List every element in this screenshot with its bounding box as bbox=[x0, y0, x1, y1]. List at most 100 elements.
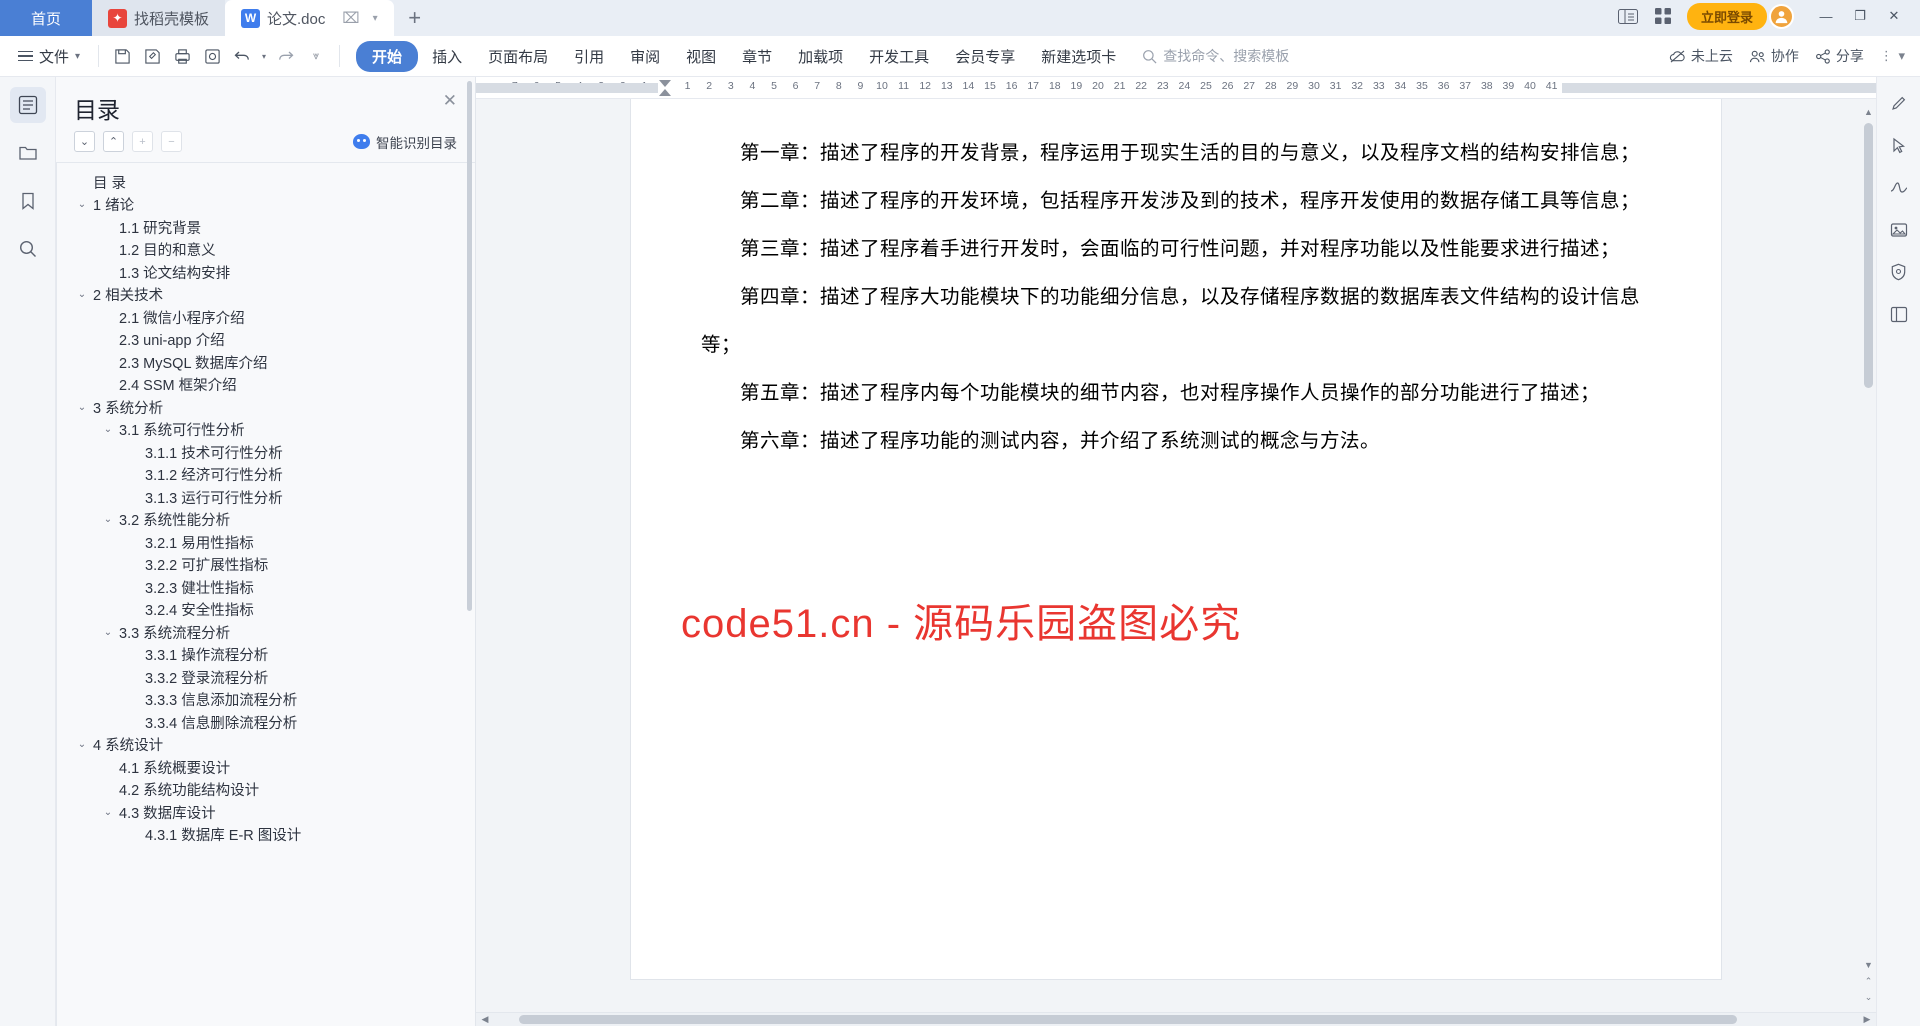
toc-item[interactable]: 3.1.3 运行可行性分析 bbox=[57, 486, 475, 509]
toc-item[interactable]: ⌄ 2 相关技术 bbox=[57, 284, 475, 307]
prev-page-icon[interactable]: ⌃ bbox=[1863, 974, 1874, 988]
toc-item[interactable]: 3.2.2 可扩展性指标 bbox=[57, 554, 475, 577]
toc-item[interactable]: 3.2.1 易用性指标 bbox=[57, 531, 475, 554]
document-paragraph[interactable]: 第二章：描述了程序的开发环境，包括程序开发涉及到的技术，程序开发使用的数据存储工… bbox=[701, 177, 1651, 225]
toc-item[interactable]: 3.3.2 登录流程分析 bbox=[57, 666, 475, 689]
more-vertical-icon[interactable]: ⋮ ▾ bbox=[1880, 48, 1906, 64]
chevron-down-icon[interactable]: ⌄ bbox=[75, 289, 89, 300]
toc-item[interactable]: 1.2 目的和意义 bbox=[57, 239, 475, 262]
toc-item[interactable]: 2.3 uni-app 介绍 bbox=[57, 329, 475, 352]
tab-dev-tools[interactable]: 开发工具 bbox=[857, 41, 941, 72]
toc-item[interactable]: 2.4 SSM 框架介绍 bbox=[57, 374, 475, 397]
chevron-down-icon[interactable]: ⌄ bbox=[101, 424, 115, 435]
chevron-down-icon[interactable]: ⌄ bbox=[101, 807, 115, 818]
toc-item[interactable]: 3.3.1 操作流程分析 bbox=[57, 644, 475, 667]
document-content[interactable]: 第一章：描述了程序的开发背景，程序运用于现实生活的目的与意义，以及程序文档的结构… bbox=[631, 99, 1721, 465]
page-layout-icon[interactable] bbox=[1884, 301, 1914, 327]
horizontal-scrollbar[interactable]: ◀ ▶ bbox=[476, 1012, 1876, 1026]
save-icon[interactable] bbox=[107, 42, 137, 70]
chevron-down-icon[interactable]: ▾ bbox=[373, 13, 378, 24]
toc-item[interactable]: 2.3 MySQL 数据库介绍 bbox=[57, 351, 475, 374]
save-as-icon[interactable] bbox=[137, 42, 167, 70]
toc-item[interactable]: 3.3.4 信息删除流程分析 bbox=[57, 711, 475, 734]
tab-review[interactable]: 审阅 bbox=[618, 41, 672, 72]
tab-new-tab[interactable]: 新建选项卡 bbox=[1029, 41, 1128, 72]
new-tab-button[interactable]: + bbox=[394, 0, 436, 36]
toc-item[interactable]: 3.3.3 信息添加流程分析 bbox=[57, 689, 475, 712]
document-page[interactable]: 第一章：描述了程序的开发背景，程序运用于现实生活的目的与意义，以及程序文档的结构… bbox=[631, 99, 1721, 979]
chevron-down-icon[interactable]: ⌄ bbox=[101, 514, 115, 525]
panel-toggle-icon[interactable] bbox=[1615, 5, 1641, 27]
edit-pen-icon[interactable] bbox=[1884, 91, 1914, 117]
vertical-scrollbar-thumb[interactable] bbox=[1864, 123, 1873, 388]
share-button[interactable]: 分享 bbox=[1815, 46, 1864, 66]
toc-item[interactable]: ⌄ 3 系统分析 bbox=[57, 396, 475, 419]
tab-document[interactable]: W 论文.doc ⌧ ▾ bbox=[225, 0, 394, 36]
vertical-scrollbar[interactable]: ▲ ▼ ⌃ ⌄ bbox=[1863, 105, 1874, 1006]
cloud-status-button[interactable]: 未上云 bbox=[1669, 46, 1733, 66]
signature-icon[interactable] bbox=[1884, 175, 1914, 201]
toc-item[interactable]: ⌄ 4 系统设计 bbox=[57, 734, 475, 757]
restore-button[interactable]: ❐ bbox=[1844, 3, 1876, 29]
first-line-indent-marker[interactable] bbox=[659, 80, 671, 87]
document-paragraph[interactable]: 第五章：描述了程序内每个功能模块的细节内容，也对程序操作人员操作的部分功能进行了… bbox=[701, 369, 1651, 417]
increase-level-button[interactable]: + bbox=[132, 131, 153, 152]
tab-close-icon[interactable]: ⌧ bbox=[342, 9, 359, 27]
print-preview-icon[interactable] bbox=[197, 42, 227, 70]
toc-item[interactable]: 3.2.3 健壮性指标 bbox=[57, 576, 475, 599]
close-button[interactable]: ✕ bbox=[1878, 3, 1910, 29]
tab-references[interactable]: 引用 bbox=[562, 41, 616, 72]
toc-scrollbar-thumb[interactable] bbox=[467, 81, 472, 611]
tab-addons[interactable]: 加载项 bbox=[786, 41, 855, 72]
tab-view[interactable]: 视图 bbox=[674, 41, 728, 72]
toc-item[interactable]: 3.2.4 安全性指标 bbox=[57, 599, 475, 622]
toc-item[interactable]: 4.2 系统功能结构设计 bbox=[57, 779, 475, 802]
tab-member[interactable]: 会员专享 bbox=[943, 41, 1027, 72]
print-icon[interactable] bbox=[167, 42, 197, 70]
chevron-down-icon[interactable]: ⌄ bbox=[75, 739, 89, 750]
toc-item[interactable]: 4.1 系统概要设计 bbox=[57, 756, 475, 779]
login-button[interactable]: 立即登录 bbox=[1686, 2, 1767, 30]
undo-dropdown-icon[interactable]: ▾ bbox=[257, 42, 271, 70]
shield-icon[interactable] bbox=[1884, 259, 1914, 285]
toc-item[interactable]: ⌄ 3.1 系统可行性分析 bbox=[57, 419, 475, 442]
scroll-up-arrow-icon[interactable]: ▲ bbox=[1863, 105, 1874, 119]
tab-home[interactable]: 首页 bbox=[0, 0, 92, 36]
next-page-icon[interactable]: ⌄ bbox=[1863, 990, 1874, 1004]
toc-item[interactable]: ⌄ 3.3 系统流程分析 bbox=[57, 621, 475, 644]
minimize-button[interactable]: — bbox=[1810, 3, 1842, 29]
scroll-left-arrow-icon[interactable]: ◀ bbox=[478, 1014, 492, 1025]
tab-page-layout[interactable]: 页面布局 bbox=[476, 41, 560, 72]
chevron-down-icon[interactable]: ⌄ bbox=[75, 199, 89, 210]
search-panel-icon[interactable] bbox=[10, 231, 46, 267]
toc-item[interactable]: ⌄ 3.2 系统性能分析 bbox=[57, 509, 475, 532]
document-paragraph[interactable]: 第四章：描述了程序大功能模块下的功能细分信息，以及存储程序数据的数据库表文件结构… bbox=[701, 273, 1651, 369]
expand-all-button[interactable]: ⌄ bbox=[74, 131, 95, 152]
outline-panel-icon[interactable] bbox=[9, 87, 46, 123]
scroll-down-arrow-icon[interactable]: ▼ bbox=[1863, 958, 1874, 972]
toc-item[interactable]: 目 录 bbox=[57, 171, 475, 194]
toc-item[interactable]: ⌄ 1 绪论 bbox=[57, 194, 475, 217]
redo-icon[interactable] bbox=[271, 42, 301, 70]
tab-section[interactable]: 章节 bbox=[730, 41, 784, 72]
document-paragraph[interactable]: 第三章：描述了程序着手进行开发时，会面临的可行性问题，并对程序功能以及性能要求进… bbox=[701, 225, 1651, 273]
bookmark-panel-icon[interactable] bbox=[10, 183, 46, 219]
toc-item[interactable]: 1.3 论文结构安排 bbox=[57, 261, 475, 284]
toc-item[interactable]: 3.1.2 经济可行性分析 bbox=[57, 464, 475, 487]
toc-item[interactable]: 3.1.1 技术可行性分析 bbox=[57, 441, 475, 464]
scroll-right-arrow-icon[interactable]: ▶ bbox=[1860, 1014, 1874, 1025]
document-paragraph[interactable]: 第一章：描述了程序的开发背景，程序运用于现实生活的目的与意义，以及程序文档的结构… bbox=[701, 129, 1651, 177]
close-icon[interactable]: ✕ bbox=[443, 91, 457, 111]
picture-icon[interactable] bbox=[1884, 217, 1914, 243]
undo-icon[interactable] bbox=[227, 42, 257, 70]
search-command-box[interactable]: 查找命令、搜索模板 bbox=[1142, 46, 1289, 66]
toc-item[interactable]: 4.3.1 数据库 E-R 图设计 bbox=[57, 824, 475, 847]
hanging-indent-marker[interactable] bbox=[659, 89, 671, 96]
chevron-down-icon[interactable]: ⌄ bbox=[101, 627, 115, 638]
ruler-left-margin-zone[interactable] bbox=[476, 83, 658, 93]
file-menu-button[interactable]: 文件 ▾ bbox=[8, 41, 90, 71]
horizontal-scroll-track[interactable] bbox=[492, 1015, 1860, 1024]
grid-view-icon[interactable] bbox=[1651, 5, 1677, 27]
tab-insert[interactable]: 插入 bbox=[420, 41, 474, 72]
smart-toc-button[interactable]: 智能识别目录 bbox=[353, 132, 457, 152]
